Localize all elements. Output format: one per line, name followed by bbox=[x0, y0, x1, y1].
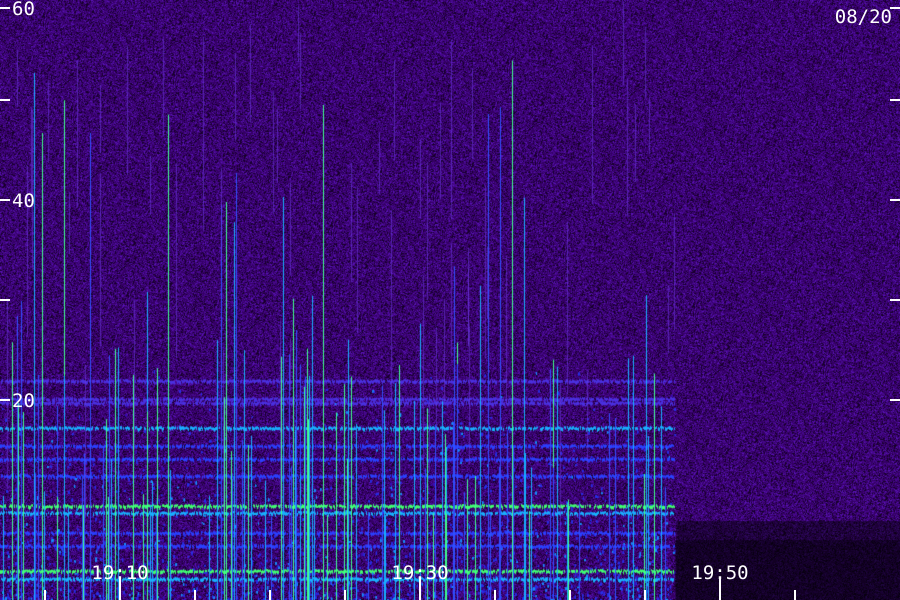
x-tick-label: 19:30 bbox=[391, 562, 448, 584]
y-tick-label: 60 bbox=[12, 0, 35, 20]
y-tick-label: 20 bbox=[12, 390, 35, 412]
x-tick-label: 19:10 bbox=[91, 562, 148, 584]
x-tick-label: 19:50 bbox=[691, 562, 748, 584]
spectrogram-chart: 08/20 60 40 20 19:10 19:30 19:50 bbox=[0, 0, 900, 600]
axis-overlay: 08/20 60 40 20 19:10 19:30 19:50 bbox=[0, 0, 900, 600]
date-label: 08/20 bbox=[835, 6, 892, 28]
x-axis: 19:10 19:30 19:50 bbox=[44, 562, 796, 600]
y-tick-label: 40 bbox=[12, 190, 35, 212]
y-axis-right bbox=[890, 7, 900, 401]
y-axis-left: 60 40 20 bbox=[0, 0, 35, 412]
